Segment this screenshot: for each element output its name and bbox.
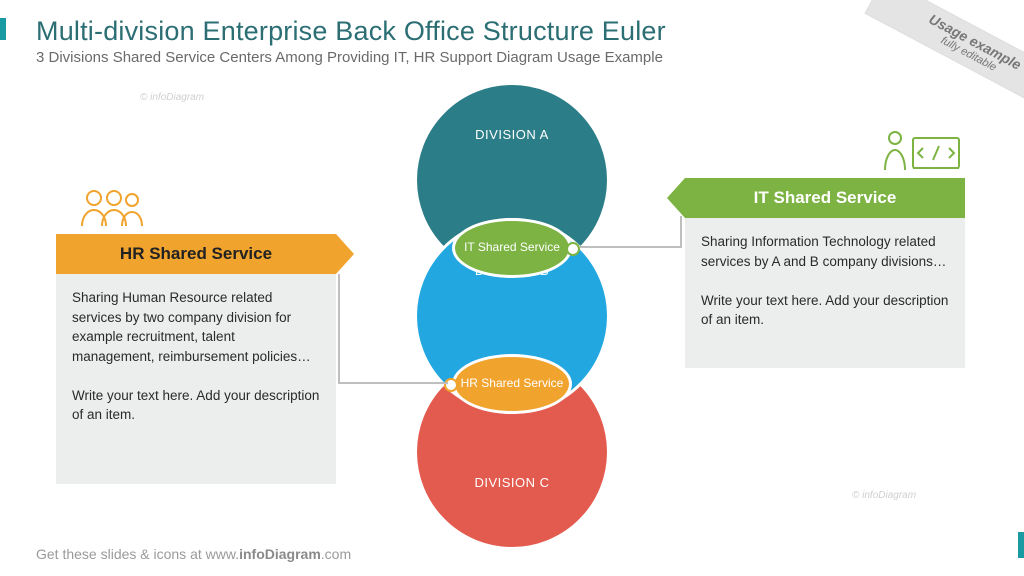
accent-bar-left: [0, 18, 6, 40]
watermark: © infoDiagram: [852, 490, 916, 501]
connector-line-it: [580, 246, 682, 248]
slide-title: Multi-division Enterprise Back Office St…: [36, 16, 988, 47]
accent-bar-right: [1018, 532, 1024, 558]
label-division-c: DIVISION C: [474, 475, 549, 490]
callout-hr-header: HR Shared Service: [56, 234, 336, 274]
footer-brand: infoDiagram: [239, 546, 321, 562]
watermark: © infoDiagram: [140, 92, 204, 103]
euler-diagram: DIVISION A DIVISION C DIVISION B IT Shar…: [414, 82, 610, 512]
callout-it-header: IT Shared Service: [685, 178, 965, 218]
callout-hr: HR Shared Service Sharing Human Resource…: [56, 186, 336, 484]
label-division-a: DIVISION A: [475, 127, 549, 142]
connector-dot-hr: [444, 378, 458, 392]
lens-it-shared: IT Shared Service: [452, 218, 572, 278]
connector-dot-it: [566, 242, 580, 256]
footer-suffix: .com: [321, 546, 351, 562]
callout-it-body: Sharing Information Technology related s…: [685, 218, 965, 368]
footer-prefix: Get these slides & icons at www.: [36, 546, 239, 562]
connector-line-hr: [338, 382, 448, 384]
person-code-icon: [881, 128, 965, 174]
label-lens-it: IT Shared Service: [464, 241, 560, 255]
people-group-icon: [76, 186, 146, 230]
slide-subtitle: 3 Divisions Shared Service Centers Among…: [36, 49, 988, 66]
lens-hr-shared: HR Shared Service: [452, 354, 572, 414]
footer-credit: Get these slides & icons at www.infoDiag…: [36, 546, 351, 562]
callout-it: IT Shared Service Sharing Information Te…: [685, 128, 965, 368]
callout-hr-body: Sharing Human Resource related services …: [56, 274, 336, 484]
label-lens-hr: HR Shared Service: [461, 377, 564, 391]
